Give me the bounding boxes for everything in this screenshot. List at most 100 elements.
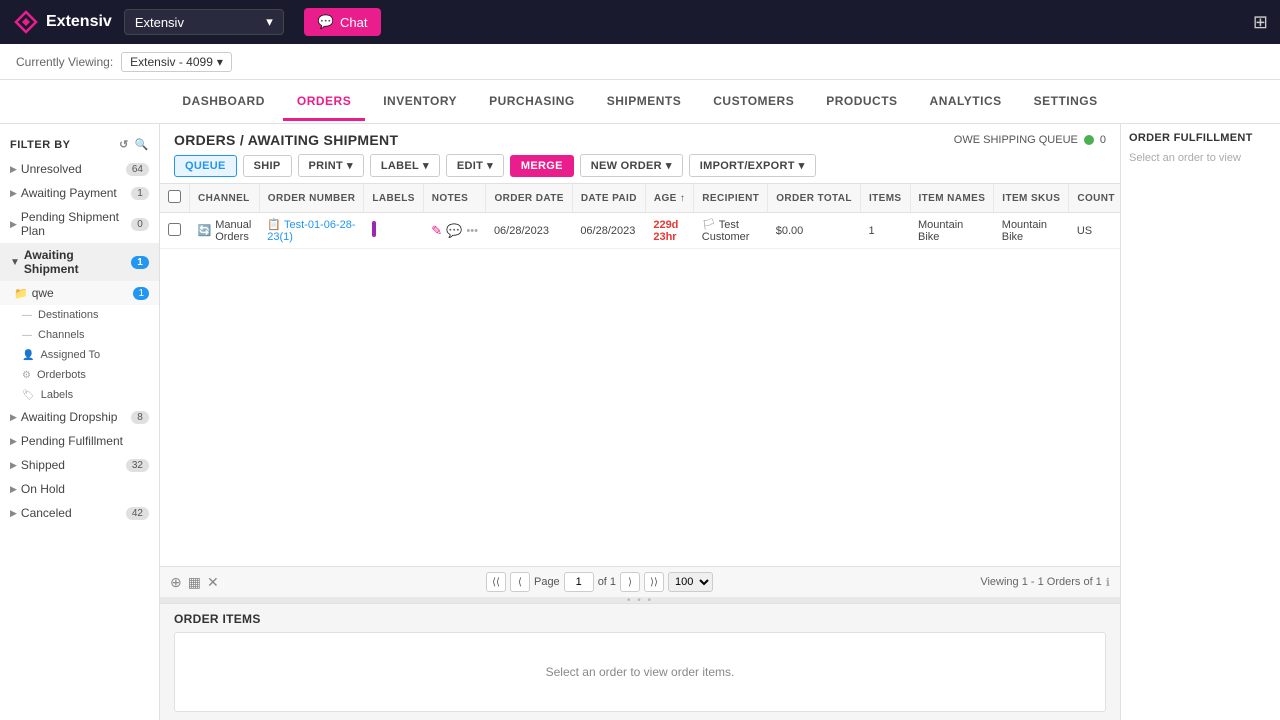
- sidebar-item-awaiting-payment[interactable]: ▶ Awaiting Payment 1: [0, 181, 159, 205]
- merge-button[interactable]: MERGE: [510, 155, 574, 177]
- age-cell: 229d 23hr: [645, 213, 693, 249]
- sidebar-sub-labels[interactable]: 🏷 Labels: [0, 385, 159, 405]
- expand-rows-icon[interactable]: ⊕: [170, 574, 182, 591]
- ship-button[interactable]: SHIP: [243, 155, 292, 177]
- sidebar-item-on-hold[interactable]: ▶ On Hold: [0, 477, 159, 501]
- sidebar-item-shipped[interactable]: ▶ Shipped 32: [0, 453, 159, 477]
- import-export-button[interactable]: IMPORT/EXPORT ▾: [689, 154, 816, 177]
- order-date-header[interactable]: ORDER DATE: [486, 184, 572, 213]
- recipient-header[interactable]: RECIPIENT: [694, 184, 768, 213]
- grid-view-icon[interactable]: ▦: [188, 574, 201, 591]
- nav-products[interactable]: PRODUCTS: [812, 84, 911, 121]
- content-header: ORDERS / AWAITING SHIPMENT OWE SHIPPING …: [160, 124, 1120, 184]
- grid-icon[interactable]: ⊞: [1253, 12, 1268, 33]
- age-value: 229d 23hr: [653, 219, 678, 243]
- filter-refresh-icon[interactable]: ↺: [119, 138, 129, 151]
- sidebar-sub-channels[interactable]: — Channels: [0, 325, 159, 345]
- right-panel-title: ORDER FULFILLMENT: [1129, 132, 1272, 144]
- ellipsis-icon[interactable]: •••: [466, 225, 478, 237]
- count-header[interactable]: COUNT: [1069, 184, 1120, 213]
- age-header[interactable]: AGE ↑: [645, 184, 693, 213]
- item-skus-header[interactable]: ITEM SKUS: [994, 184, 1069, 213]
- sidebar-sub-destinations[interactable]: — Destinations: [0, 305, 159, 325]
- select-all-checkbox[interactable]: [168, 190, 181, 203]
- sidebar-label-shipped: Shipped: [21, 458, 65, 472]
- comment-icon[interactable]: 💬: [446, 223, 462, 239]
- order-number-header[interactable]: ORDER NUMBER: [259, 184, 364, 213]
- sidebar-sub-orderbots[interactable]: ⚙ Orderbots: [0, 365, 159, 385]
- sidebar-item-awaiting-dropship[interactable]: ▶ Awaiting Dropship 8: [0, 405, 159, 429]
- import-export-chevron-icon: ▾: [799, 159, 805, 172]
- sidebar-label-canceled: Canceled: [21, 506, 72, 520]
- close-icon[interactable]: ✕: [207, 574, 219, 591]
- date-paid-header[interactable]: DATE PAID: [572, 184, 645, 213]
- nav-customers[interactable]: CUSTOMERS: [699, 84, 808, 121]
- order-total-header[interactable]: ORDER TOTAL: [768, 184, 861, 213]
- per-page-select[interactable]: 25 50 100 250: [668, 572, 713, 592]
- page-number-input[interactable]: [564, 572, 594, 592]
- notes-cell: ✎ 💬 •••: [423, 213, 486, 249]
- edit-chevron-icon: ▾: [487, 159, 493, 172]
- nav-dashboard[interactable]: DASHBOARD: [168, 84, 279, 121]
- expand-icon: ▶: [10, 460, 17, 471]
- items-header[interactable]: ITEMS: [860, 184, 910, 213]
- store-selector[interactable]: Extensiv ▾: [124, 9, 284, 35]
- new-order-button[interactable]: NEW ORDER ▾: [580, 154, 683, 177]
- expand-icon: ▶: [10, 219, 17, 230]
- last-page-button[interactable]: ⟩⟩: [644, 572, 664, 592]
- edit-button[interactable]: EDIT ▾: [446, 154, 504, 177]
- sidebar-item-canceled[interactable]: ▶ Canceled 42: [0, 501, 159, 525]
- nav-analytics[interactable]: ANALYTICS: [916, 84, 1016, 121]
- nav-orders[interactable]: ORDERS: [283, 84, 365, 121]
- order-date-cell: 06/28/2023: [486, 213, 572, 249]
- dash-icon: —: [22, 330, 32, 341]
- row-checkbox[interactable]: [168, 223, 181, 236]
- order-items-empty: Select an order to view order items.: [174, 632, 1106, 712]
- label-color-bar: [372, 221, 376, 237]
- edit-note-icon[interactable]: ✎: [431, 223, 442, 239]
- table-body: 🔄 Manual Orders 📋Test-01-06-28-23(1): [160, 213, 1120, 249]
- order-total-cell: $0.00: [768, 213, 861, 249]
- sidebar-label-awaiting-shipment: Awaiting Shipment: [24, 248, 127, 276]
- chat-button[interactable]: 💬 Chat: [304, 8, 382, 36]
- print-button[interactable]: PRINT ▾: [298, 154, 364, 177]
- row-checkbox-cell[interactable]: [160, 213, 190, 249]
- info-icon[interactable]: ℹ: [1106, 576, 1110, 589]
- viewing-text: Viewing 1 - 1 Orders of 1: [980, 576, 1101, 588]
- dash-icon: —: [22, 310, 32, 321]
- store-sub-selector[interactable]: Extensiv - 4099 ▾: [121, 52, 232, 72]
- sidebar-item-pending-fulfillment[interactable]: ▶ Pending Fulfillment: [0, 429, 159, 453]
- queue-button[interactable]: QUEUE: [174, 155, 237, 177]
- select-all-header[interactable]: [160, 184, 190, 213]
- table-row[interactable]: 🔄 Manual Orders 📋Test-01-06-28-23(1): [160, 213, 1120, 249]
- sidebar-badge-canceled: 42: [126, 507, 149, 520]
- nav-shipments[interactable]: SHIPMENTS: [593, 84, 696, 121]
- order-number-icon: 📋: [267, 219, 281, 231]
- first-page-button[interactable]: ⟨⟨: [486, 572, 506, 592]
- expand-icon: ▶: [10, 412, 17, 423]
- next-page-button[interactable]: ⟩: [620, 572, 640, 592]
- nav-inventory[interactable]: INVENTORY: [369, 84, 471, 121]
- filter-search-icon[interactable]: 🔍: [135, 138, 149, 151]
- prev-page-button[interactable]: ⟨: [510, 572, 530, 592]
- sidebar-group-qwe[interactable]: 📁 qwe 1: [0, 281, 159, 305]
- store-chevron-icon: ▾: [217, 55, 223, 69]
- item-names-header[interactable]: ITEM NAMES: [910, 184, 994, 213]
- edit-button-label: EDIT: [457, 160, 483, 172]
- chat-icon: 💬: [318, 14, 334, 30]
- sidebar-item-awaiting-shipment[interactable]: ▼ Awaiting Shipment 1: [0, 243, 159, 281]
- sidebar-item-unresolved[interactable]: ▶ Unresolved 64: [0, 157, 159, 181]
- nav-purchasing[interactable]: PURCHASING: [475, 84, 589, 121]
- queue-button-label: QUEUE: [185, 160, 226, 172]
- sidebar-item-pending-shipment-plan[interactable]: ▶ Pending Shipment Plan 0: [0, 205, 159, 243]
- order-items-empty-text: Select an order to view order items.: [546, 665, 735, 679]
- order-items-title: ORDER ITEMS: [174, 612, 1106, 626]
- chat-button-wrapper: 💬 Chat: [304, 8, 382, 36]
- nav-settings[interactable]: SETTINGS: [1020, 84, 1112, 121]
- label-button[interactable]: LABEL ▾: [370, 154, 440, 177]
- sub-bar: Currently Viewing: Extensiv - 4099 ▾: [0, 44, 1280, 80]
- notes-header: NOTES: [423, 184, 486, 213]
- sidebar-sub-assigned-to[interactable]: 👤 Assigned To: [0, 345, 159, 365]
- order-number-link[interactable]: 📋Test-01-06-28-23(1): [267, 219, 355, 243]
- toolbar: QUEUE SHIP PRINT ▾ LABEL ▾ EDIT ▾: [174, 154, 1106, 183]
